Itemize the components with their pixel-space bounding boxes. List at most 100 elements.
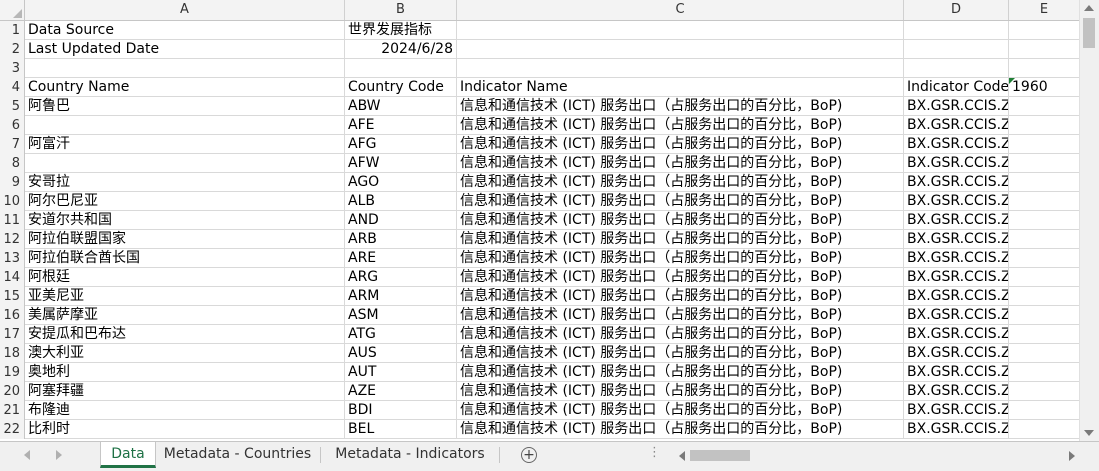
cell-a[interactable]: [25, 59, 345, 78]
scroll-right-icon[interactable]: [1069, 451, 1075, 461]
row-header[interactable]: 20: [0, 382, 25, 401]
row-header[interactable]: 21: [0, 401, 25, 420]
country-code-cell[interactable]: ARG: [345, 268, 457, 287]
cell-b[interactable]: 2024/6/28: [345, 40, 457, 59]
column-header-c[interactable]: C: [457, 0, 904, 20]
cell-c[interactable]: Indicator Name: [457, 78, 904, 97]
more-options-icon[interactable]: ⋮: [648, 445, 661, 460]
indicator-code-cell[interactable]: BX.GSR.CCIS.ZS: [904, 230, 1009, 249]
country-code-cell[interactable]: BDI: [345, 401, 457, 420]
country-name-cell[interactable]: 阿拉伯联盟国家: [25, 230, 345, 249]
cell-a[interactable]: Data Source: [25, 21, 345, 40]
row-header[interactable]: 8: [0, 154, 25, 173]
country-code-cell[interactable]: AUT: [345, 363, 457, 382]
row-header[interactable]: 2: [0, 40, 25, 59]
indicator-code-cell[interactable]: BX.GSR.CCIS.ZS: [904, 116, 1009, 135]
tab-data[interactable]: Data: [100, 442, 156, 468]
cell-c[interactable]: [457, 59, 904, 78]
indicator-name-cell[interactable]: 信息和通信技术 (ICT) 服务出口（占服务出口的百分比，BoP): [457, 344, 904, 363]
column-header-a[interactable]: A: [25, 0, 345, 20]
country-name-cell[interactable]: 安道尔共和国: [25, 211, 345, 230]
cell-e[interactable]: [1009, 363, 1080, 382]
horizontal-scroll-thumb[interactable]: [690, 450, 750, 461]
row-header[interactable]: 10: [0, 192, 25, 211]
cell-d[interactable]: [904, 40, 1009, 59]
cell-c[interactable]: [457, 40, 904, 59]
country-name-cell[interactable]: 阿鲁巴: [25, 97, 345, 116]
country-name-cell[interactable]: 美属萨摩亚: [25, 306, 345, 325]
scroll-up-icon[interactable]: [1084, 5, 1094, 11]
country-name-cell[interactable]: 阿富汗: [25, 135, 345, 154]
country-code-cell[interactable]: ABW: [345, 97, 457, 116]
indicator-code-cell[interactable]: BX.GSR.CCIS.ZS: [904, 306, 1009, 325]
row-header[interactable]: 6: [0, 116, 25, 135]
country-code-cell[interactable]: ATG: [345, 325, 457, 344]
country-name-cell[interactable]: 安哥拉: [25, 173, 345, 192]
country-name-cell[interactable]: 布隆迪: [25, 401, 345, 420]
cell-e[interactable]: [1009, 268, 1080, 287]
indicator-code-cell[interactable]: BX.GSR.CCIS.ZS: [904, 382, 1009, 401]
row-header[interactable]: 17: [0, 325, 25, 344]
indicator-name-cell[interactable]: 信息和通信技术 (ICT) 服务出口（占服务出口的百分比，BoP): [457, 382, 904, 401]
cell-c[interactable]: [457, 21, 904, 40]
indicator-name-cell[interactable]: 信息和通信技术 (ICT) 服务出口（占服务出口的百分比，BoP): [457, 249, 904, 268]
row-header[interactable]: 4: [0, 78, 25, 97]
country-code-cell[interactable]: AND: [345, 211, 457, 230]
row-header[interactable]: 16: [0, 306, 25, 325]
indicator-name-cell[interactable]: 信息和通信技术 (ICT) 服务出口（占服务出口的百分比，BoP): [457, 268, 904, 287]
indicator-code-cell[interactable]: BX.GSR.CCIS.ZS: [904, 363, 1009, 382]
country-name-cell[interactable]: [25, 154, 345, 173]
country-code-cell[interactable]: AGO: [345, 173, 457, 192]
indicator-name-cell[interactable]: 信息和通信技术 (ICT) 服务出口（占服务出口的百分比，BoP): [457, 211, 904, 230]
indicator-code-cell[interactable]: BX.GSR.CCIS.ZS: [904, 249, 1009, 268]
row-header[interactable]: 15: [0, 287, 25, 306]
indicator-name-cell[interactable]: 信息和通信技术 (ICT) 服务出口（占服务出口的百分比，BoP): [457, 363, 904, 382]
indicator-code-cell[interactable]: BX.GSR.CCIS.ZS: [904, 192, 1009, 211]
country-name-cell[interactable]: 奥地利: [25, 363, 345, 382]
row-header[interactable]: 12: [0, 230, 25, 249]
indicator-code-cell[interactable]: BX.GSR.CCIS.ZS: [904, 154, 1009, 173]
cell-d[interactable]: Indicator Code: [904, 78, 1009, 97]
select-all-corner[interactable]: [0, 0, 25, 20]
row-header[interactable]: 13: [0, 249, 25, 268]
country-code-cell[interactable]: ARM: [345, 287, 457, 306]
country-code-cell[interactable]: AFE: [345, 116, 457, 135]
row-header[interactable]: 11: [0, 211, 25, 230]
cell-b[interactable]: 世界发展指标: [345, 21, 457, 40]
country-code-cell[interactable]: AZE: [345, 382, 457, 401]
indicator-name-cell[interactable]: 信息和通信技术 (ICT) 服务出口（占服务出口的百分比，BoP): [457, 325, 904, 344]
cell-d[interactable]: [904, 21, 1009, 40]
cell-e[interactable]: [1009, 59, 1080, 78]
country-code-cell[interactable]: AFW: [345, 154, 457, 173]
indicator-name-cell[interactable]: 信息和通信技术 (ICT) 服务出口（占服务出口的百分比，BoP): [457, 135, 904, 154]
indicator-name-cell[interactable]: 信息和通信技术 (ICT) 服务出口（占服务出口的百分比，BoP): [457, 97, 904, 116]
indicator-name-cell[interactable]: 信息和通信技术 (ICT) 服务出口（占服务出口的百分比，BoP): [457, 287, 904, 306]
row-header[interactable]: 3: [0, 59, 25, 78]
error-indicator-icon[interactable]: [1009, 78, 1015, 84]
country-code-cell[interactable]: AFG: [345, 135, 457, 154]
country-code-cell[interactable]: AUS: [345, 344, 457, 363]
vertical-scroll-thumb[interactable]: [1083, 18, 1095, 48]
indicator-code-cell[interactable]: BX.GSR.CCIS.ZS: [904, 211, 1009, 230]
row-header[interactable]: 14: [0, 268, 25, 287]
cell-b[interactable]: [345, 59, 457, 78]
next-sheet-icon[interactable]: [56, 450, 62, 460]
tab-metadata-indicators[interactable]: Metadata - Indicators: [325, 442, 495, 468]
cell-e[interactable]: [1009, 287, 1080, 306]
indicator-code-cell[interactable]: BX.GSR.CCIS.ZS: [904, 344, 1009, 363]
indicator-name-cell[interactable]: 信息和通信技术 (ICT) 服务出口（占服务出口的百分比，BoP): [457, 420, 904, 439]
cell-e[interactable]: [1009, 154, 1080, 173]
row-header[interactable]: 7: [0, 135, 25, 154]
indicator-name-cell[interactable]: 信息和通信技术 (ICT) 服务出口（占服务出口的百分比，BoP): [457, 230, 904, 249]
cell-e[interactable]: [1009, 420, 1080, 439]
indicator-code-cell[interactable]: BX.GSR.CCIS.ZS: [904, 135, 1009, 154]
column-header-d[interactable]: D: [904, 0, 1009, 20]
country-code-cell[interactable]: ALB: [345, 192, 457, 211]
cell-e[interactable]: [1009, 97, 1080, 116]
country-name-cell[interactable]: 阿尔巴尼亚: [25, 192, 345, 211]
scroll-down-icon[interactable]: [1084, 430, 1094, 436]
country-name-cell[interactable]: 阿塞拜疆: [25, 382, 345, 401]
indicator-name-cell[interactable]: 信息和通信技术 (ICT) 服务出口（占服务出口的百分比，BoP): [457, 173, 904, 192]
country-name-cell[interactable]: 比利时: [25, 420, 345, 439]
indicator-code-cell[interactable]: BX.GSR.CCIS.ZS: [904, 287, 1009, 306]
